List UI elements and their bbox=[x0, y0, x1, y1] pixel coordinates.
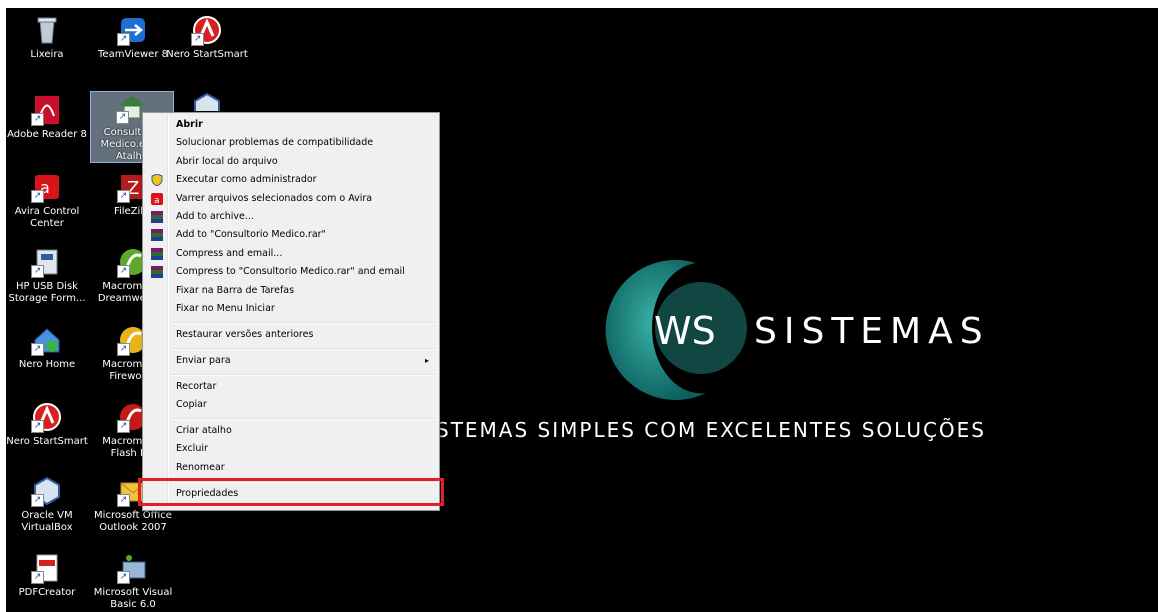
visual-basic-icon: ↗ bbox=[117, 552, 149, 584]
desktop-icon-label: Oracle VM VirtualBox bbox=[21, 510, 73, 533]
nero-home-icon: ↗ bbox=[31, 324, 63, 356]
menu-item-compress-email[interactable]: Compress and email... bbox=[145, 245, 437, 263]
context-menu: Abrir Solucionar problemas de compatibil… bbox=[142, 112, 440, 511]
menu-item-enviar-para[interactable]: Enviar para ▸ bbox=[145, 352, 437, 370]
desktop-icon-label: Nero Home bbox=[18, 359, 76, 370]
menu-item-abrir-local[interactable]: Abrir local do arquivo bbox=[145, 153, 437, 171]
menu-item-executar-admin[interactable]: Executar como administrador bbox=[145, 171, 437, 189]
menu-separator bbox=[172, 322, 435, 324]
desktop-icon-nero-startsmart-2[interactable]: ↗ Nero StartSmart bbox=[6, 401, 88, 448]
desktop-icon-pdfcreator[interactable]: ↗ PDFCreator bbox=[6, 552, 88, 599]
desktop-icon-label: Adobe Reader 8 bbox=[7, 129, 87, 140]
pdfcreator-icon: ↗ bbox=[31, 552, 63, 584]
desktop-icon-virtualbox[interactable]: ↗ Oracle VM VirtualBox bbox=[6, 475, 88, 534]
menu-item-recortar[interactable]: Recortar bbox=[145, 378, 437, 396]
virtualbox-icon: ↗ bbox=[31, 475, 63, 507]
desktop-icon-teamviewer[interactable]: ↗ TeamViewer 8 bbox=[92, 14, 174, 61]
desktop-icon-label: Nero StartSmart bbox=[166, 49, 248, 60]
menu-item-add-archive[interactable]: Add to archive... bbox=[145, 208, 437, 226]
teamviewer-icon: ↗ bbox=[117, 14, 149, 46]
menu-item-compress-to-rar-email[interactable]: Compress to "Consultorio Medico.rar" and… bbox=[145, 263, 437, 281]
uac-shield-icon bbox=[151, 173, 163, 187]
desktop-icon-label: PDFCreator bbox=[18, 587, 76, 598]
desktop-icon-lixeira[interactable]: Lixeira bbox=[6, 14, 88, 61]
svg-text:a: a bbox=[154, 196, 160, 205]
nero-startsmart-icon: ↗ bbox=[31, 401, 63, 433]
virtualbox-icon bbox=[191, 91, 223, 111]
menu-item-abrir[interactable]: Abrir bbox=[145, 116, 437, 134]
menu-item-add-to-rar[interactable]: Add to "Consultorio Medico.rar" bbox=[145, 226, 437, 244]
ws-logo-title: SISTEMAS bbox=[754, 311, 990, 352]
ws-monogram: WS bbox=[654, 309, 716, 353]
winrar-icon bbox=[151, 211, 163, 223]
avira-icon: a ↗ bbox=[31, 171, 63, 203]
avira-icon: a bbox=[151, 193, 163, 206]
menu-item-solucionar-problemas[interactable]: Solucionar problemas de compatibilidade bbox=[145, 134, 437, 152]
submenu-arrow-icon: ▸ bbox=[424, 356, 429, 365]
menu-separator bbox=[172, 418, 435, 420]
menu-item-restaurar-versoes[interactable]: Restaurar versões anteriores bbox=[145, 326, 437, 344]
winrar-icon bbox=[151, 248, 163, 260]
desktop-icon-label: TeamViewer 8 bbox=[98, 49, 168, 60]
menu-separator bbox=[172, 374, 435, 376]
nero-startsmart-icon: ↗ bbox=[191, 14, 223, 46]
winrar-icon bbox=[151, 229, 163, 241]
desktop-icon-label: Lixeira bbox=[30, 49, 64, 60]
desktop-icon-label: HP USB Disk Storage Form... bbox=[8, 281, 86, 304]
desktop-icon-hp-usb[interactable]: ↗ HP USB Disk Storage Form... bbox=[6, 246, 88, 305]
desktop-icon-label: Microsoft Visual Basic 6.0 bbox=[93, 587, 173, 610]
desktop-icon-label: Nero StartSmart bbox=[6, 436, 88, 447]
winrar-icon bbox=[151, 266, 163, 278]
desktop: WS SISTEMAS STEMAS SIMPLES COM EXCELENTE… bbox=[6, 8, 1158, 612]
menu-item-fixar-barra[interactable]: Fixar na Barra de Tarefas bbox=[145, 282, 437, 300]
adobe-reader-icon: ↗ bbox=[31, 94, 63, 126]
menu-separator bbox=[172, 348, 435, 350]
menu-item-excluir[interactable]: Excluir bbox=[145, 440, 437, 458]
desktop-icon-adobe-reader[interactable]: ↗ Adobe Reader 8 bbox=[6, 94, 88, 141]
recycle-bin-icon bbox=[31, 14, 63, 46]
desktop-icon-label: Avira Control Center bbox=[14, 206, 80, 229]
desktop-icon-label: Microsoft Office Outlook 2007 bbox=[94, 510, 172, 533]
menu-item-copiar[interactable]: Copiar bbox=[145, 396, 437, 414]
desktop-icon-nero-startsmart[interactable]: ↗ Nero StartSmart bbox=[166, 14, 248, 61]
desktop-icon-visual-basic[interactable]: ↗ Microsoft Visual Basic 6.0 bbox=[92, 552, 174, 611]
desktop-icon-virtualbox-partial[interactable] bbox=[166, 91, 248, 111]
menu-item-varrer-avira[interactable]: a Varrer arquivos selecionados com o Avi… bbox=[145, 190, 437, 208]
propriedades-highlight-box bbox=[138, 478, 444, 506]
ws-logo-slogan: STEMAS SIMPLES COM EXCELENTES SOLUÇÕES bbox=[436, 418, 986, 442]
desktop-icon-avira[interactable]: a ↗ Avira Control Center bbox=[6, 171, 88, 230]
usb-disk-icon: ↗ bbox=[31, 246, 63, 278]
desktop-icon-nero-home[interactable]: ↗ Nero Home bbox=[6, 324, 88, 371]
menu-item-criar-atalho[interactable]: Criar atalho bbox=[145, 422, 437, 440]
menu-item-fixar-menu[interactable]: Fixar no Menu Iniciar bbox=[145, 300, 437, 318]
menu-item-renomear[interactable]: Renomear bbox=[145, 459, 437, 477]
